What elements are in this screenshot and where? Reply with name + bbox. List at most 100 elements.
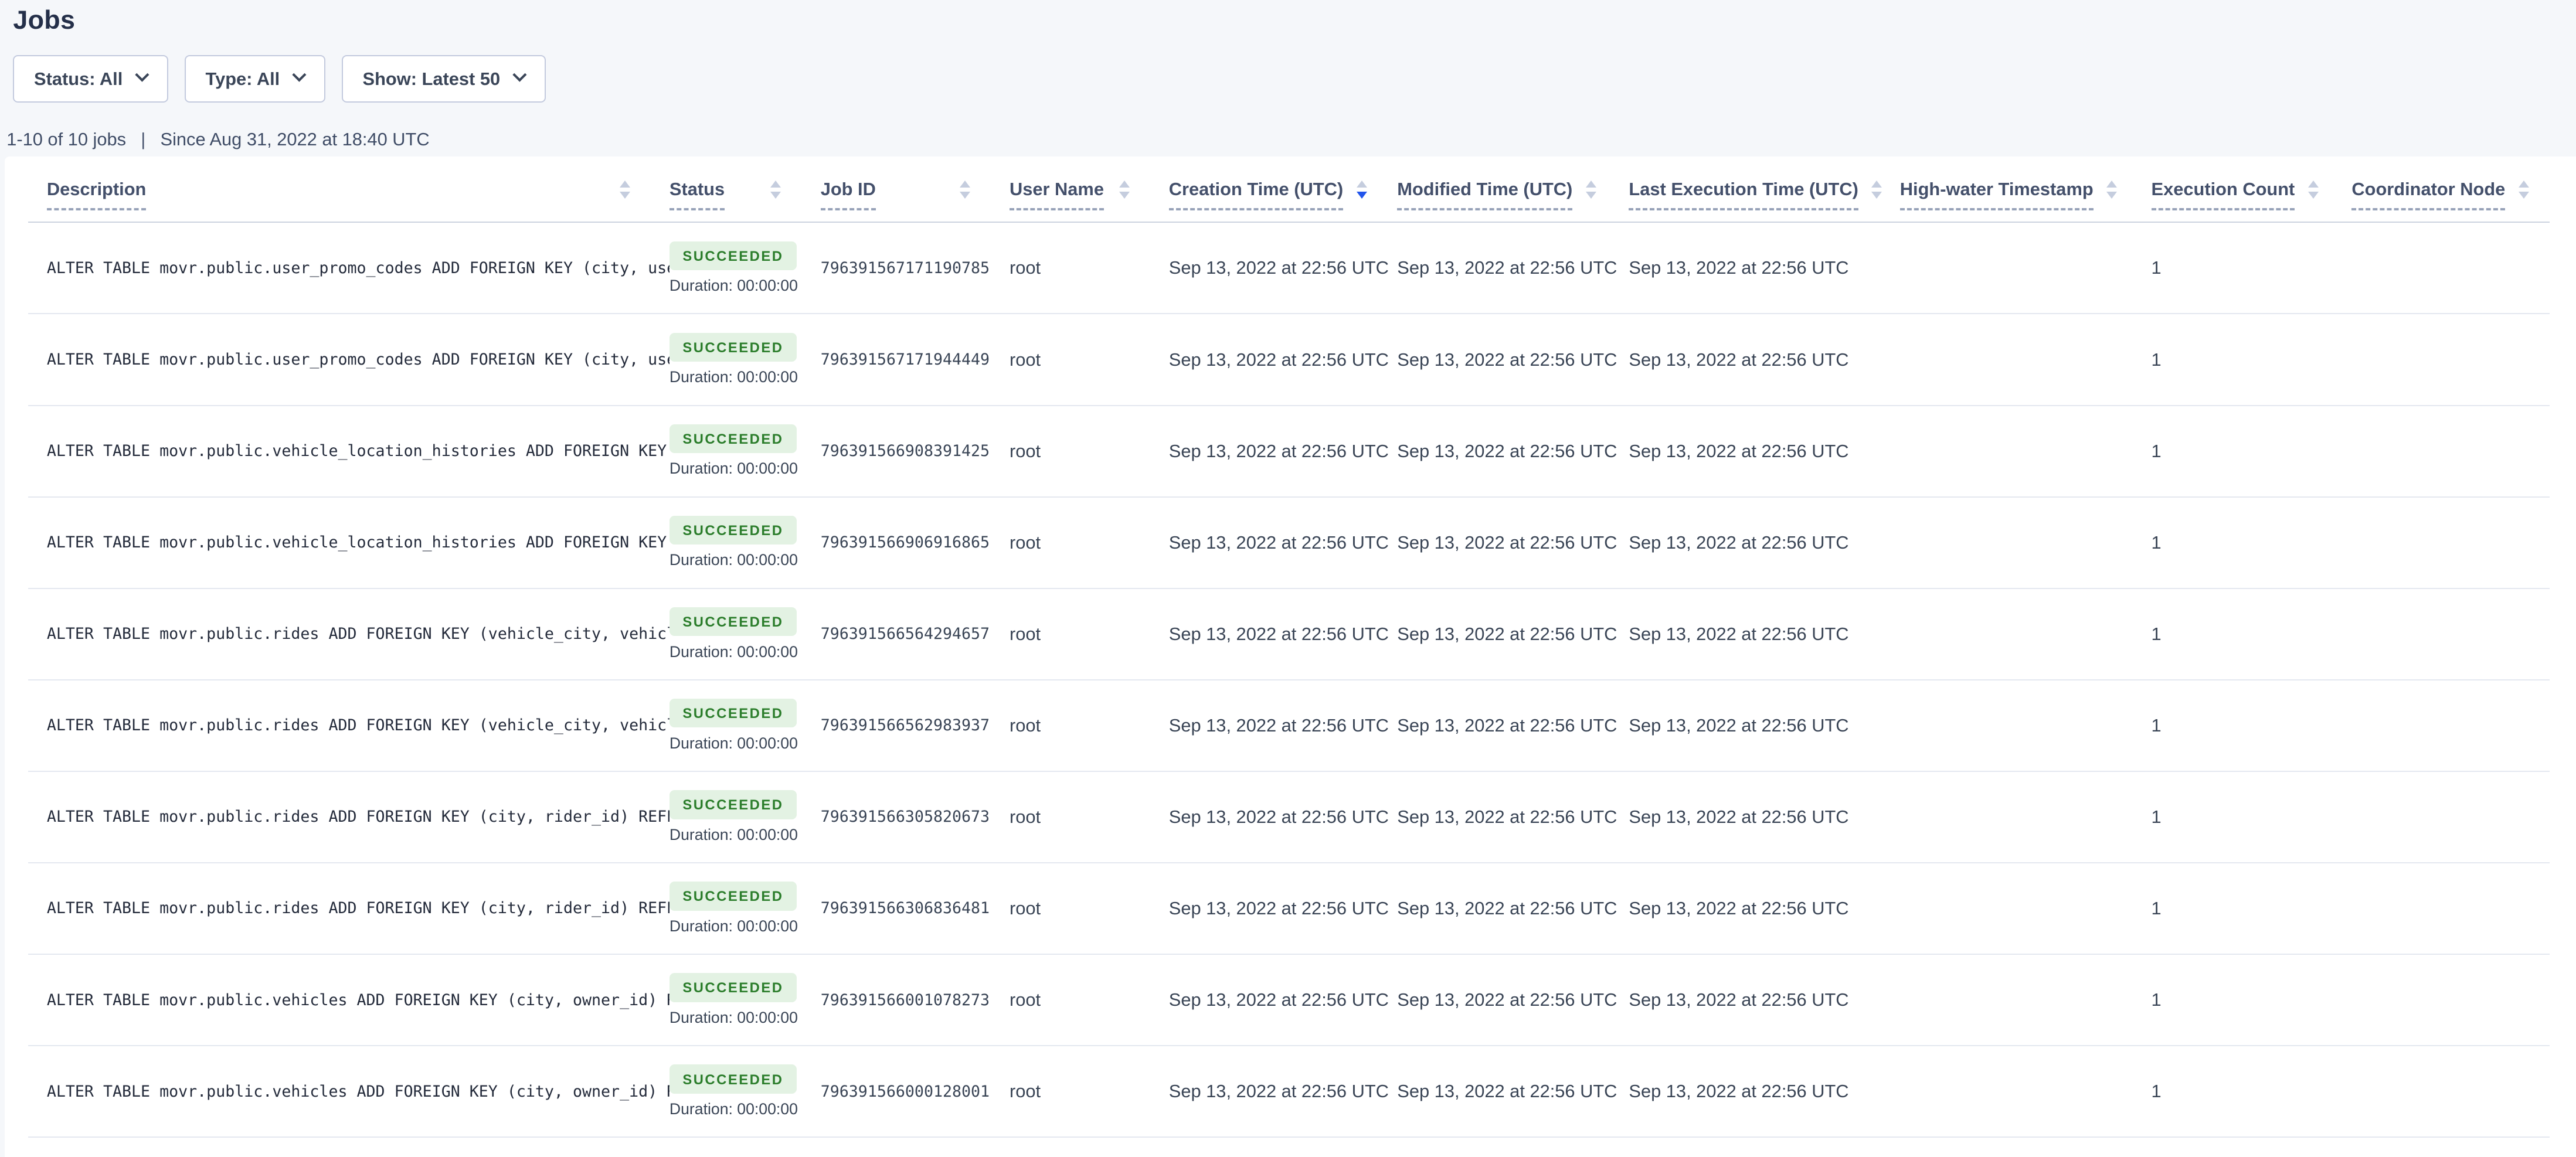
execution-count-cell: 1: [2152, 863, 2352, 954]
user-name-cell: root: [1010, 680, 1169, 771]
duration-label: Duration: 00:00:00: [670, 551, 821, 569]
coordinator-node-cell: [2351, 954, 2550, 1046]
sort-arrows-icon: [1871, 181, 1882, 199]
high-water-timestamp-cell: [1900, 406, 2152, 497]
high-water-timestamp-cell: [1900, 222, 2152, 314]
status-badge: SUCCEEDED: [670, 882, 797, 910]
description-cell[interactable]: ALTER TABLE movr.public.rides ADD FOREIG…: [28, 680, 670, 771]
creation-time-cell: Sep 13, 2022 at 22:56 UTC: [1169, 314, 1398, 405]
last-execution-time-cell: Sep 13, 2022 at 22:56 UTC: [1629, 771, 1899, 863]
modified-time-cell: Sep 13, 2022 at 22:56 UTC: [1397, 680, 1629, 771]
sort-down-icon: [960, 192, 970, 199]
creation-time-cell: Sep 13, 2022 at 22:56 UTC: [1169, 406, 1398, 497]
table-row: ALTER TABLE movr.public.user_promo_codes…: [28, 314, 2550, 405]
sort-arrows-icon: [2106, 181, 2117, 199]
description-cell[interactable]: ALTER TABLE movr.public.vehicles ADD FOR…: [28, 1046, 670, 1137]
status-badge: SUCCEEDED: [670, 241, 797, 270]
duration-label: Duration: 00:00:00: [670, 1100, 821, 1118]
job-id-cell: 796391567171190785: [821, 222, 1010, 314]
table-row: ALTER TABLE movr.public.vehicles ADD FOR…: [28, 1046, 2550, 1137]
creation-time-cell: Sep 13, 2022 at 22:56 UTC: [1169, 954, 1398, 1046]
job-id-cell: 796391566906916865: [821, 497, 1010, 588]
duration-label: Duration: 00:00:00: [670, 277, 821, 295]
column-label: Description: [47, 179, 147, 210]
execution-count-cell: 1: [2152, 1046, 2352, 1137]
chevron-down-icon: [293, 68, 307, 82]
sort-up-icon: [960, 181, 970, 188]
status-cell: SUCCEEDEDDuration: 00:00:00: [670, 1046, 821, 1137]
show-filter-dropdown[interactable]: Show: Latest 50: [342, 55, 546, 103]
column-header-job-id[interactable]: Job ID: [821, 156, 1010, 222]
sort-up-icon: [1119, 181, 1130, 188]
high-water-timestamp-cell: [1900, 680, 2152, 771]
column-header-coordinator-node[interactable]: Coordinator Node: [2351, 156, 2550, 222]
description-cell[interactable]: ALTER TABLE movr.public.rides ADD FOREIG…: [28, 771, 670, 863]
column-label: Execution Count: [2152, 179, 2295, 210]
sort-up-icon: [1357, 181, 1367, 188]
column-header-description[interactable]: Description: [28, 156, 670, 222]
last-execution-time-cell: Sep 13, 2022 at 22:56 UTC: [1629, 1046, 1899, 1137]
status-filter-dropdown[interactable]: Status: All: [13, 55, 168, 103]
column-header-user-name[interactable]: User Name: [1010, 156, 1169, 222]
user-name-cell: root: [1010, 222, 1169, 314]
modified-time-cell: Sep 13, 2022 at 22:56 UTC: [1397, 497, 1629, 588]
duration-label: Duration: 00:00:00: [670, 460, 821, 478]
column-header-modified-time-utc[interactable]: Modified Time (UTC): [1397, 156, 1629, 222]
jobs-table-card: Description StatusJob IDUser Name Creation…: [5, 156, 2576, 1157]
creation-time-cell: Sep 13, 2022 at 22:56 UTC: [1169, 588, 1398, 680]
column-label: Creation Time (UTC): [1169, 179, 1343, 210]
status-cell: SUCCEEDED Duration: 00:00:00: [670, 222, 821, 314]
description-cell[interactable]: ALTER TABLE movr.public.vehicle_location…: [28, 406, 670, 497]
sort-arrows-icon: [1357, 181, 1367, 199]
column-header-last-execution-time-utc[interactable]: Last Execution Time (UTC): [1629, 156, 1899, 222]
description-cell[interactable]: ALTER TABLE movr.public.vehicle_location…: [28, 497, 670, 588]
table-row: ALTER TABLE movr.public.vehicles ADD FOR…: [28, 954, 2550, 1046]
description-cell[interactable]: ALTER TABLE movr.public.rides ADD FOREIG…: [28, 588, 670, 680]
status-cell: SUCCEEDEDDuration: 00:00:00: [670, 588, 821, 680]
duration-label: Duration: 00:00:00: [670, 734, 821, 753]
user-name-cell: root: [1010, 954, 1169, 1046]
sort-down-icon: [1119, 192, 1130, 199]
status-cell: SUCCEEDEDDuration: 00:00:00: [670, 314, 821, 405]
user-name-cell: root: [1010, 406, 1169, 497]
creation-time-cell: Sep 13, 2022 at 22:56 UTC: [1169, 222, 1398, 314]
job-id-cell: 796391566908391425: [821, 406, 1010, 497]
high-water-timestamp-cell: [1900, 863, 2152, 954]
jobs-table: Description StatusJob IDUser Name Creation…: [28, 156, 2550, 1138]
table-row: ALTER TABLE movr.public.vehicle_location…: [28, 406, 2550, 497]
description-cell[interactable]: ALTER TABLE movr.public.user_promo_codes…: [28, 314, 670, 405]
duration-label: Duration: 00:00:00: [670, 643, 821, 661]
column-label: User Name: [1010, 179, 1104, 210]
sort-up-icon: [2308, 181, 2319, 188]
coordinator-node-cell: [2351, 406, 2550, 497]
type-filter-dropdown[interactable]: Type: All: [185, 55, 325, 103]
job-id-cell: 796391566564294657: [821, 588, 1010, 680]
sort-arrows-icon: [2519, 181, 2529, 199]
sort-arrows-icon: [960, 181, 970, 199]
job-id-cell: 796391566001078273: [821, 954, 1010, 1046]
description-cell[interactable]: ALTER TABLE movr.public.vehicles ADD FOR…: [28, 954, 670, 1046]
user-name-cell: root: [1010, 497, 1169, 588]
user-name-cell: root: [1010, 1046, 1169, 1137]
user-name-cell: root: [1010, 863, 1169, 954]
execution-count-cell: 1: [2152, 314, 2352, 405]
creation-time-cell: Sep 13, 2022 at 22:56 UTC: [1169, 771, 1398, 863]
sort-down-icon: [1357, 192, 1367, 199]
column-header-creation-time-utc[interactable]: Creation Time (UTC): [1169, 156, 1398, 222]
description-cell[interactable]: ALTER TABLE movr.public.rides ADD FOREIG…: [28, 863, 670, 954]
sort-down-icon: [770, 192, 781, 199]
job-id-cell: 796391566305820673: [821, 771, 1010, 863]
sort-down-icon: [620, 192, 630, 199]
sort-up-icon: [1871, 181, 1882, 188]
status-filter-label: Status: All: [34, 69, 123, 90]
column-header-high-water-timestamp[interactable]: High-water Timestamp: [1900, 156, 2152, 222]
sort-down-icon: [2106, 192, 2117, 199]
column-header-status[interactable]: Status: [670, 156, 821, 222]
coordinator-node-cell: [2351, 863, 2550, 954]
execution-count-cell: 1: [2152, 497, 2352, 588]
column-header-execution-count[interactable]: Execution Count: [2152, 156, 2352, 222]
coordinator-node-cell: [2351, 1046, 2550, 1137]
description-cell[interactable]: ALTER TABLE movr.public.user_promo_codes…: [28, 222, 670, 314]
last-execution-time-cell: Sep 13, 2022 at 22:56 UTC: [1629, 222, 1899, 314]
job-id-cell: 796391567171944449: [821, 314, 1010, 405]
